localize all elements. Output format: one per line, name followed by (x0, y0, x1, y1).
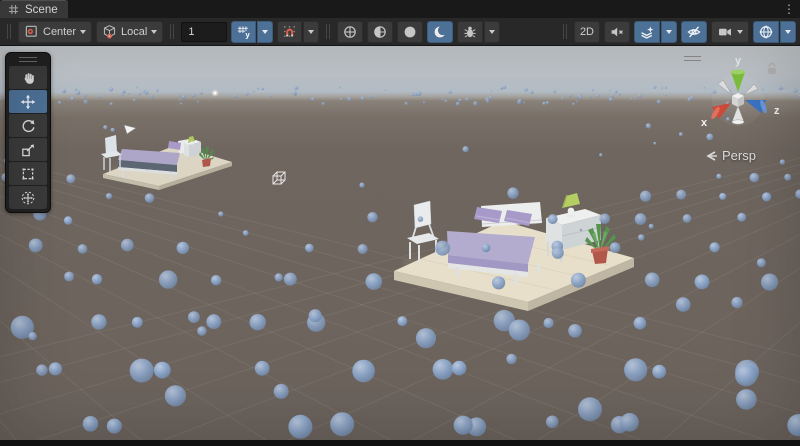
debug-mode-control (457, 21, 500, 43)
grid-spheres[interactable] (0, 85, 800, 439)
tab-label: Scene (25, 4, 58, 16)
projection-toggle[interactable]: Persp (706, 148, 756, 163)
chevron-left-icon (706, 151, 718, 161)
dropdown-arrow-icon (489, 30, 495, 34)
debug-dropdown-button[interactable] (484, 21, 500, 43)
speaker-muted-icon (609, 24, 625, 40)
sphere-half-shaded-icon (372, 24, 388, 40)
magnet-grid-icon (282, 24, 297, 39)
rotate-icon (20, 118, 36, 134)
tools-palette (5, 52, 51, 213)
tab-kebab-menu-icon[interactable]: ⋮ (778, 0, 800, 18)
axis-y-label: y (735, 55, 742, 67)
rotation-mode-label: Local (121, 26, 147, 38)
tool-transform[interactable] (9, 186, 47, 209)
palette-drag-handle[interactable] (19, 57, 37, 62)
toolbar-separator (170, 24, 174, 39)
bug-icon (462, 24, 478, 40)
rect-tool-icon (20, 166, 36, 182)
dropdown-arrow-icon (80, 30, 86, 34)
tab-bar: Scene ⋮ (0, 0, 800, 18)
camera-settings-button[interactable] (711, 21, 749, 43)
dropdown-arrow-icon (308, 30, 314, 34)
2d-mode-label: 2D (580, 26, 594, 38)
dropdown-arrow-icon (737, 30, 743, 34)
scene-lighting-toggle-button[interactable] (427, 21, 453, 43)
horizon-light-dot (212, 90, 219, 97)
transform-icon (20, 190, 36, 206)
gizmos-toggle-button[interactable] (753, 21, 779, 43)
wireframe-cube-gizmo[interactable] (273, 172, 285, 184)
dropdown-arrow-icon (785, 30, 791, 34)
tool-scale[interactable] (9, 138, 47, 161)
toolbar-separator (563, 24, 567, 39)
scene-viewport[interactable]: y x z Persp (0, 46, 800, 440)
moon-icon (432, 24, 448, 40)
axis-z-label: z (774, 105, 780, 117)
effects-toggle-button[interactable] (634, 21, 660, 43)
snap-dropdown-button[interactable] (303, 21, 319, 43)
bedroom-set-far[interactable] (101, 135, 232, 190)
grid-y-icon: y (236, 24, 251, 39)
sphere-wireframe-icon (342, 24, 358, 40)
gizmos-control (753, 21, 796, 43)
bedroom-set-near[interactable] (394, 193, 634, 311)
pivot-icon (24, 24, 39, 39)
tool-view-hand[interactable] (9, 66, 47, 89)
orientation-gizmo[interactable]: y x z (688, 50, 800, 162)
tool-rotate[interactable] (9, 114, 47, 137)
hidden-objects-toggle-button[interactable] (681, 21, 707, 43)
grid-visibility-control: y (231, 21, 273, 43)
grid-axis-toggle-button[interactable]: y (231, 21, 256, 43)
move-icon (20, 94, 36, 110)
cube-icon (102, 24, 117, 39)
effects-control (634, 21, 677, 43)
eye-slash-icon (686, 24, 702, 40)
draw-mode-wireframe-button[interactable] (337, 21, 363, 43)
sphere-shaded-icon (402, 24, 418, 40)
camera-icon (717, 24, 733, 40)
window-bottom-edge (0, 440, 800, 446)
lock-icon[interactable] (766, 62, 778, 81)
scene-effects-icon (639, 24, 655, 40)
svg-text:y: y (246, 30, 251, 39)
pivot-mode-label: Center (43, 26, 76, 38)
scene-arrow-marker[interactable] (124, 125, 136, 134)
rotation-mode-button[interactable]: Local (96, 21, 163, 43)
gizmos-dropdown-button[interactable] (780, 21, 796, 43)
dropdown-arrow-icon (262, 30, 268, 34)
toolbar-drag-handle[interactable] (7, 24, 11, 39)
grid-dropdown-button[interactable] (257, 21, 273, 43)
scale-icon (20, 142, 36, 158)
scene-canvas[interactable] (0, 46, 800, 440)
tool-rect[interactable] (9, 162, 47, 185)
draw-mode-shaded-button[interactable] (397, 21, 423, 43)
debug-toggle-button[interactable] (457, 21, 483, 43)
grid-hash-icon (7, 3, 20, 16)
toolbar-separator (326, 24, 330, 39)
draw-mode-shaded-wireframe-button[interactable] (367, 21, 393, 43)
scene-toolbar: Center Local y (0, 18, 800, 46)
2d-mode-button[interactable]: 2D (574, 21, 600, 43)
snap-toggle-button[interactable] (277, 21, 302, 43)
snap-control (277, 21, 319, 43)
dropdown-arrow-icon (666, 30, 672, 34)
pivot-mode-button[interactable]: Center (18, 21, 92, 43)
tool-move[interactable] (9, 90, 47, 113)
dropdown-arrow-icon (151, 30, 157, 34)
tab-scene[interactable]: Scene (0, 0, 68, 18)
effects-dropdown-button[interactable] (661, 21, 677, 43)
projection-label: Persp (722, 148, 756, 163)
axis-x-label: x (701, 117, 708, 129)
gizmo-sphere-icon (758, 24, 774, 40)
audio-toggle-button[interactable] (604, 21, 630, 43)
grid-size-input[interactable] (181, 22, 227, 42)
hand-icon (20, 70, 36, 86)
